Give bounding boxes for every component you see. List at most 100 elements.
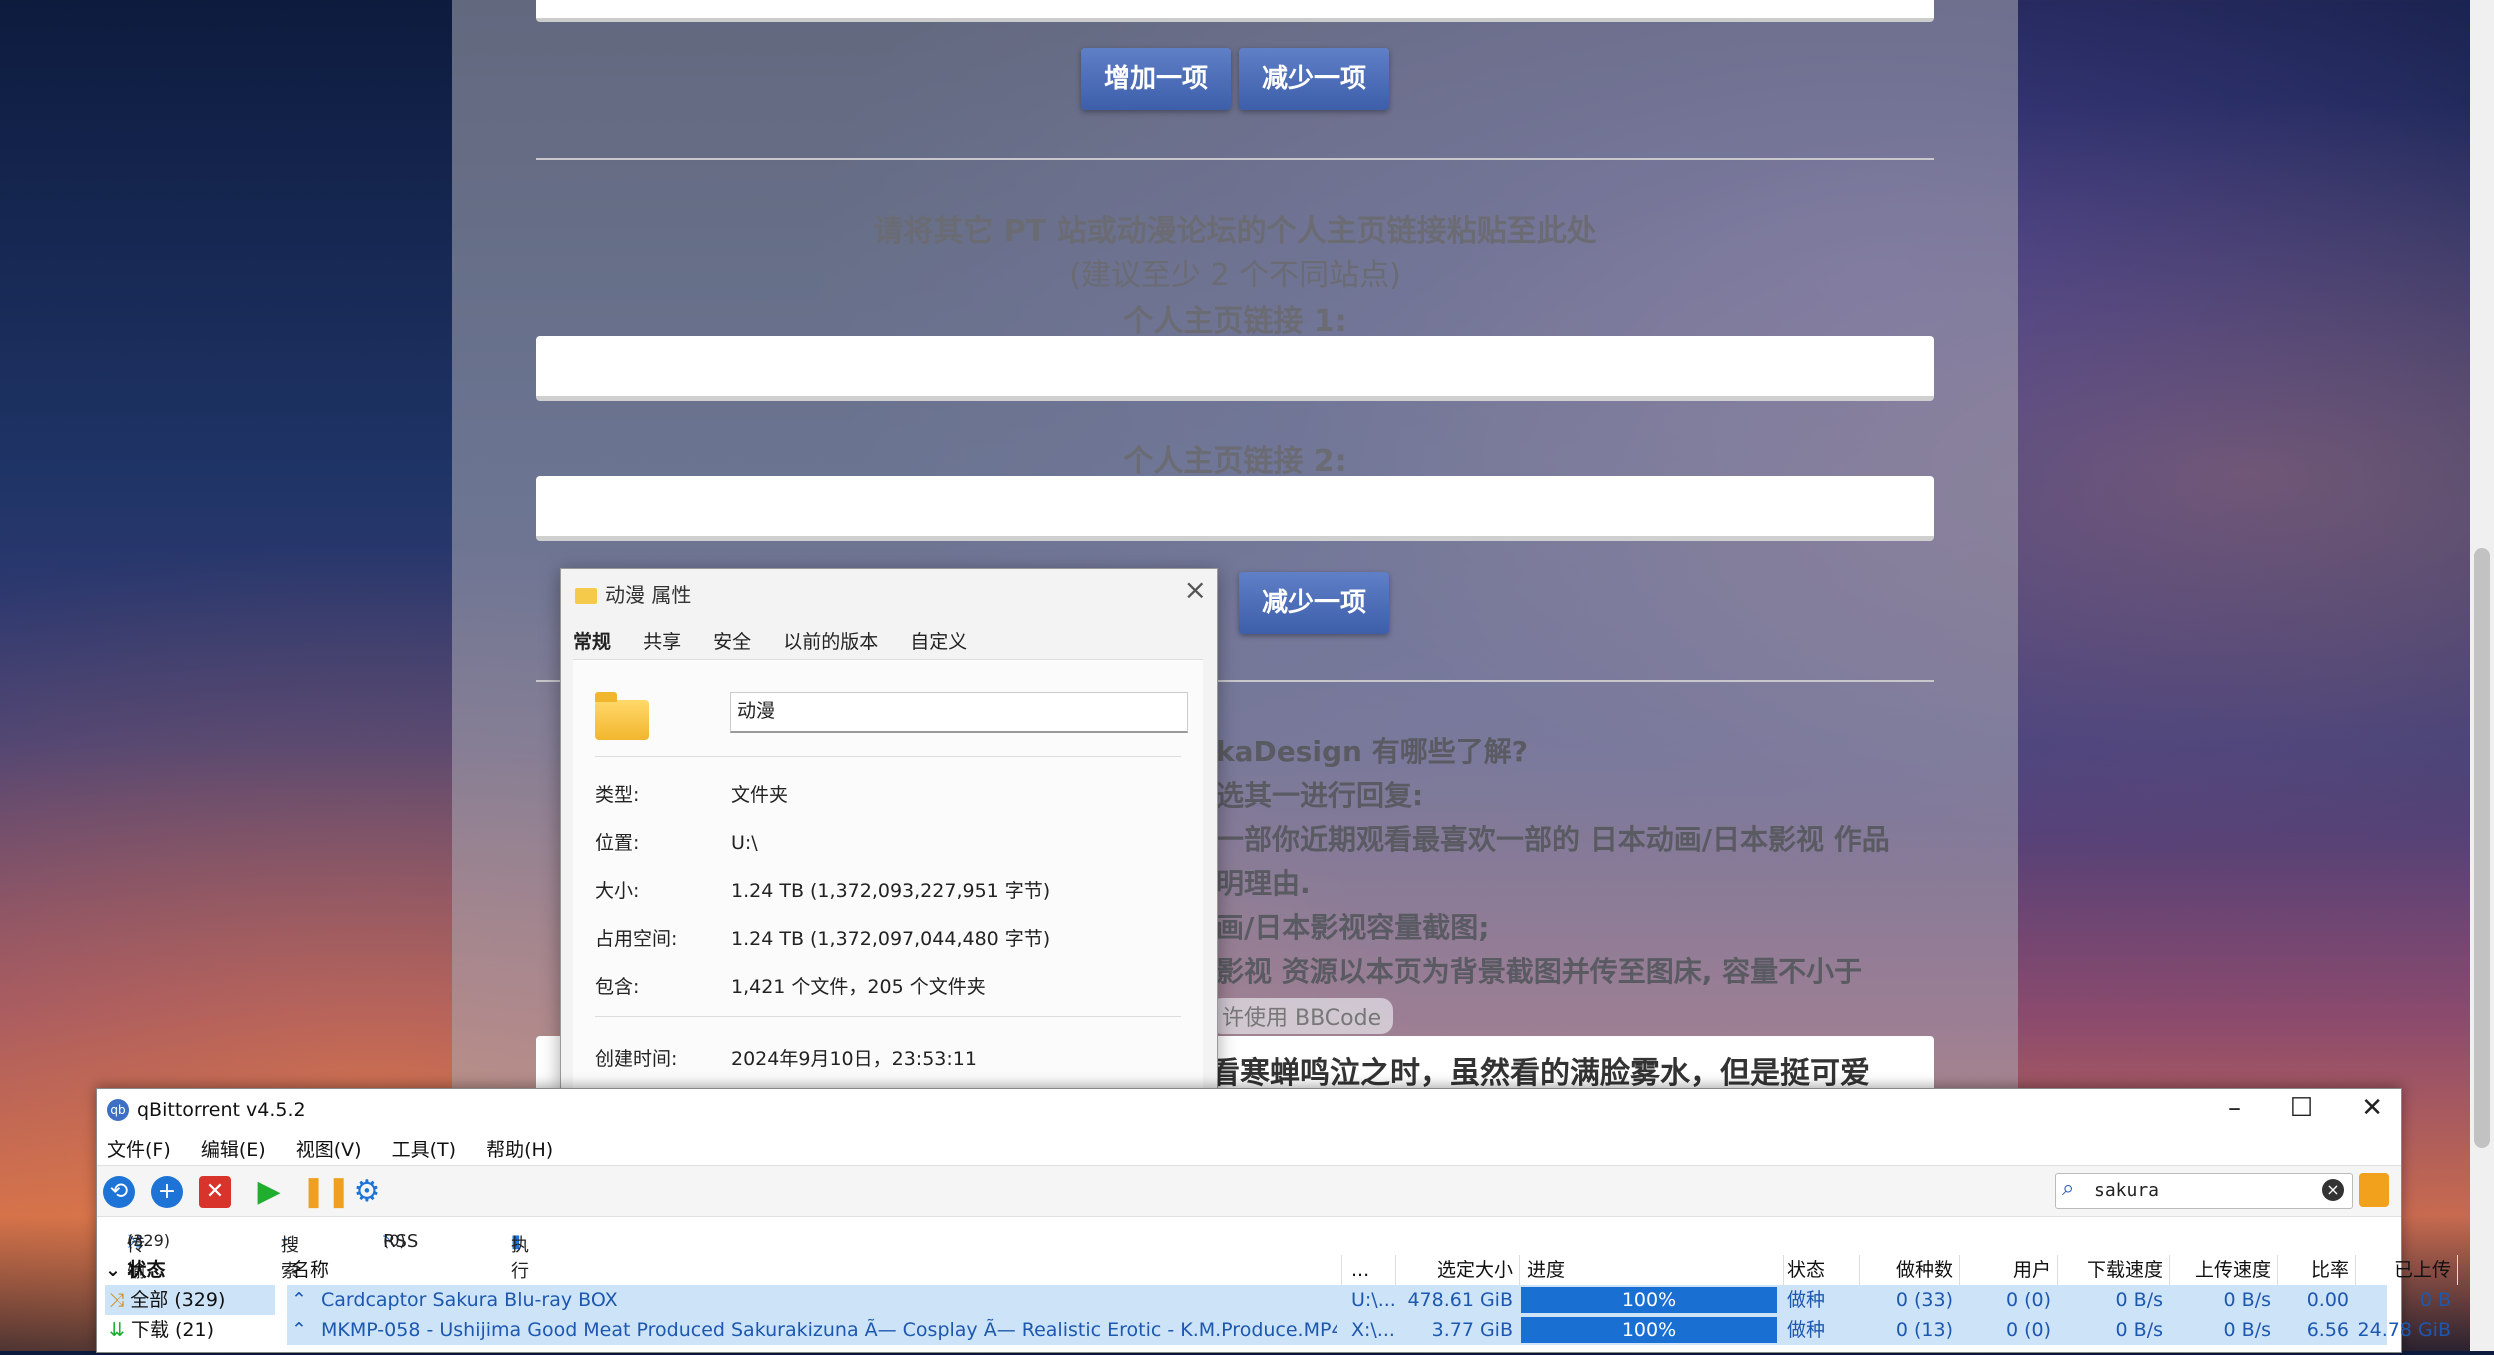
- add-link-icon[interactable]: ⟲: [103, 1176, 135, 1208]
- comment-text: 看寒蝉鸣泣之时，虽然看的满脸雾水，但是挺可爱: [1210, 1056, 1870, 1091]
- torrent-table: 名称 ... 选定大小 进度 状态 做种数 用户 下载速度 上传速度 比率 已上…: [287, 1255, 2458, 1355]
- menu-tools[interactable]: 工具(T): [392, 1139, 456, 1161]
- col-seeds[interactable]: 做种数: [1861, 1255, 1960, 1285]
- col-peers[interactable]: 用户: [1959, 1255, 2058, 1285]
- divider: [595, 1016, 1181, 1017]
- link1-input[interactable]: [536, 336, 1934, 401]
- minimize-icon[interactable]: –: [2228, 1093, 2241, 1123]
- status-header-label: 状态: [127, 1259, 166, 1281]
- menu-edit[interactable]: 编辑(E): [201, 1139, 266, 1161]
- gear-icon[interactable]: ⚙: [351, 1176, 383, 1208]
- link2-label: 个人主页链接 2:: [1123, 444, 1347, 479]
- add-torrent-icon[interactable]: +: [151, 1176, 183, 1208]
- bbcode-note: 许使用 BBCode: [1210, 998, 1394, 1034]
- torrent-name: MKMP-058 - Ushijima Good Meat Produced S…: [321, 1319, 1337, 1341]
- lock-icon[interactable]: [2359, 1173, 2389, 1207]
- tab-count: (329): [127, 1231, 171, 1250]
- tab-general[interactable]: 常规: [573, 631, 611, 653]
- page-scrollbar[interactable]: [2470, 0, 2494, 1351]
- prop-value: 2024年9月10日，23:53:11: [731, 1048, 977, 1070]
- search-input[interactable]: ⌕ sakura ×: [2055, 1173, 2353, 1209]
- col-download-speed[interactable]: 下载速度: [2057, 1255, 2170, 1285]
- filter-all[interactable]: ⤨ 全部 (329): [105, 1285, 275, 1315]
- torrent-dl-speed: 0 B/s: [2115, 1289, 2163, 1311]
- filter-all-label: 全部 (329): [130, 1289, 226, 1311]
- col-progress[interactable]: 进度: [1521, 1255, 1784, 1285]
- torrent-dl-speed: 0 B/s: [2115, 1319, 2163, 1341]
- torrent-status: 做种: [1787, 1319, 1826, 1341]
- qbittorrent-window: qb qBittorrent v4.5.2 – ☐ ✕ 文件(F) 编辑(E) …: [96, 1088, 2458, 1355]
- folder-icon: [575, 588, 597, 604]
- scrollbar-thumb[interactable]: [2474, 548, 2490, 1148]
- col-ratio[interactable]: 比率: [2277, 1255, 2356, 1285]
- col-upload-speed[interactable]: 上传速度: [2169, 1255, 2278, 1285]
- tab-bar: ⤨ 传输 (329) ⌕ 搜索 ◝ RSS (0) ▮ 执行日志: [97, 1219, 2401, 1334]
- torrent-path: X:\...: [1351, 1319, 1395, 1341]
- menu-help[interactable]: 帮助(H): [486, 1139, 553, 1161]
- prop-value: 1.24 TB (1,372,097,044,480 字节): [731, 928, 1051, 950]
- prop-value: 文件夹: [731, 784, 789, 806]
- close-icon[interactable]: ✕: [2361, 1093, 2383, 1123]
- col-status[interactable]: 状态: [1783, 1255, 1860, 1285]
- delete-icon[interactable]: ✕: [199, 1176, 231, 1208]
- tab-customize[interactable]: 自定义: [910, 631, 967, 653]
- table-row[interactable]: ⌃ MKMP-058 - Ushijima Good Meat Produced…: [287, 1315, 2451, 1345]
- clear-icon[interactable]: ×: [2322, 1179, 2344, 1201]
- folder-name-input[interactable]: 动漫: [730, 692, 1188, 733]
- add-item-button[interactable]: 增加一项: [1081, 48, 1231, 110]
- col-name[interactable]: 名称: [287, 1255, 1342, 1285]
- top-input-field[interactable]: [536, 0, 1934, 22]
- torrent-peers: 0 (0): [2005, 1319, 2051, 1341]
- torrent-uploaded: 24.78 GiB: [2357, 1319, 2451, 1341]
- dialog-title: 动漫 属性: [575, 579, 691, 608]
- question-line-6: 影视 资源以本页为背景截图并传至图床, 容量不小于: [1216, 955, 1863, 988]
- prop-created: 创建时间: 2024年9月10日，23:53:11: [595, 1044, 977, 1071]
- prompt-title: 请将其它 PT 站或动漫论坛的个人主页链接粘贴至此处: [873, 214, 1597, 249]
- torrent-size: 3.77 GiB: [1431, 1319, 1513, 1341]
- table-row[interactable]: ⌃ Cardcaptor Sakura Blu-ray BOX U:\... 4…: [287, 1285, 2451, 1315]
- tab-previous-versions[interactable]: 以前的版本: [783, 631, 878, 653]
- torrent-size: 478.61 GiB: [1407, 1289, 1513, 1311]
- folder-properties-dialog: 动漫 属性 × 常规 共享 安全 以前的版本 自定义 动漫 类型: 文件夹 位置:…: [560, 568, 1218, 1090]
- tab-security[interactable]: 安全: [713, 631, 751, 653]
- filter-downloading-label: 下载 (21): [130, 1319, 215, 1341]
- col-uploaded[interactable]: 已上传: [2355, 1255, 2458, 1285]
- window-title: qBittorrent v4.5.2: [137, 1099, 306, 1121]
- remove-item-button[interactable]: 减少一项: [1239, 48, 1389, 110]
- dialog-body: 动漫 类型: 文件夹 位置: U:\ 大小: 1.24 TB (1,372,093,2…: [573, 659, 1203, 1089]
- col-path[interactable]: ...: [1343, 1255, 1396, 1285]
- torrent-uploaded: 0 B: [2419, 1289, 2451, 1311]
- divider: [536, 158, 1934, 160]
- col-selected-size[interactable]: 选定大小: [1397, 1255, 1520, 1285]
- remove-item-button-2[interactable]: 减少一项: [1239, 572, 1389, 634]
- search-icon: ⌕: [2062, 1176, 2075, 1201]
- torrent-name: Cardcaptor Sakura Blu-ray BOX: [321, 1289, 618, 1311]
- question-line-2: 选其一进行回复:: [1216, 779, 1424, 812]
- torrent-ratio: 0.00: [2306, 1289, 2349, 1311]
- maximize-icon[interactable]: ☐: [2290, 1093, 2313, 1123]
- link2-input[interactable]: [536, 476, 1934, 541]
- status-header[interactable]: ⌄ 状态: [105, 1255, 275, 1285]
- menu-bar: 文件(F) 编辑(E) 视图(V) 工具(T) 帮助(H): [107, 1135, 577, 1162]
- dialog-tabs: 常规 共享 安全 以前的版本 自定义: [573, 627, 993, 654]
- resume-icon[interactable]: ▶: [253, 1176, 285, 1208]
- download-icon: ⇊: [109, 1319, 131, 1341]
- menu-view[interactable]: 视图(V): [296, 1139, 362, 1161]
- prop-key: 占用空间:: [595, 928, 678, 950]
- seeding-icon: ⌃: [291, 1289, 307, 1311]
- status-sidebar: ⌄ 状态 ⤨ 全部 (329) ⇊ 下载 (21): [105, 1255, 275, 1355]
- prop-contains: 包含: 1,421 个文件，205 个文件夹: [595, 972, 986, 999]
- torrent-peers: 0 (0): [2005, 1289, 2051, 1311]
- divider: [595, 756, 1181, 757]
- pause-icon[interactable]: ❚❚: [301, 1176, 351, 1208]
- torrent-ul-speed: 0 B/s: [2223, 1289, 2271, 1311]
- filter-downloading[interactable]: ⇊ 下载 (21): [105, 1315, 275, 1345]
- close-icon[interactable]: ×: [1184, 573, 1207, 606]
- tab-sharing[interactable]: 共享: [643, 631, 681, 653]
- torrent-seeds: 0 (33): [1895, 1289, 1953, 1311]
- progress-bar: 100%: [1521, 1317, 1777, 1343]
- menu-file[interactable]: 文件(F): [107, 1139, 171, 1161]
- prop-key: 创建时间:: [595, 1048, 678, 1070]
- prop-key: 包含:: [595, 976, 640, 998]
- prop-size-on-disk: 占用空间: 1.24 TB (1,372,097,044,480 字节): [595, 924, 1050, 951]
